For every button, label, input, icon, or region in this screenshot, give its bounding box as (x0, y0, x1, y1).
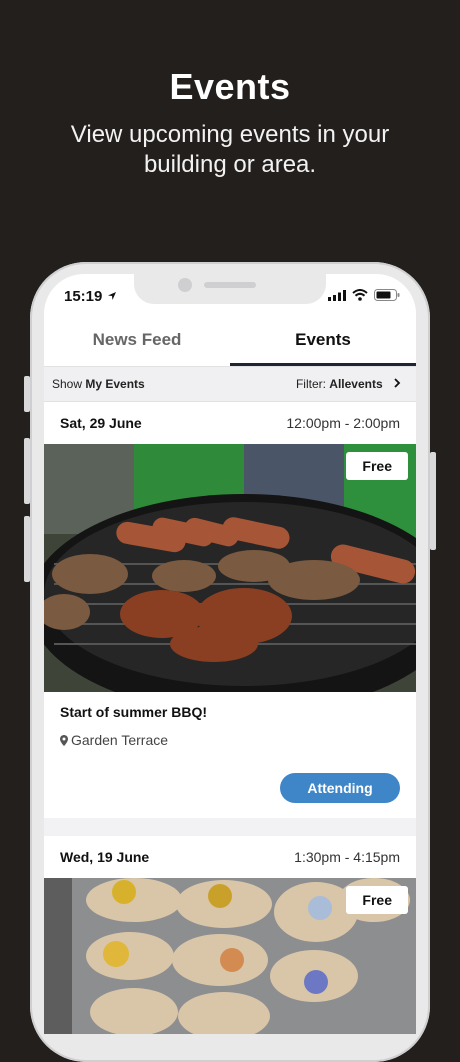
event-hours: 12:00pm - 2:00pm (286, 415, 400, 431)
chevron-right-icon (394, 378, 401, 388)
filter-selector[interactable]: Filter: Allevents (296, 377, 402, 391)
hero-subtitle: View upcoming events in your building or… (70, 121, 390, 178)
event-location: Garden Terrace (60, 732, 168, 748)
tab-events[interactable]: Events (230, 318, 416, 366)
camera-icon (178, 278, 192, 292)
phone-screen: 15:19 News Feed Events Show My Events Fi… (44, 274, 416, 1034)
event-photo-pastries: Free (44, 878, 416, 1034)
show-selector[interactable]: Show My Events (52, 377, 145, 391)
wifi-icon (352, 289, 368, 301)
filter-bar: Show My Events Filter: Allevents (44, 366, 416, 402)
price-badge: Free (346, 886, 408, 914)
phone-volume-down (24, 516, 30, 582)
attending-button[interactable]: Attending (280, 773, 400, 803)
phone-volume-up (24, 438, 30, 504)
hero-title: Events (169, 66, 291, 107)
phone-power-button (430, 452, 436, 550)
status-time: 15:19 (64, 288, 117, 305)
location-pin-icon (60, 734, 68, 746)
event-card[interactable]: Wed, 19 June 1:30pm - 4:15pm Free (44, 836, 416, 1034)
signal-icon (328, 289, 346, 301)
tab-news-feed[interactable]: News Feed (44, 318, 230, 366)
event-date: Sat, 29 June (60, 415, 142, 431)
phone-mute-switch (24, 376, 30, 412)
event-title: Start of summer BBQ! (60, 704, 208, 720)
event-hours: 1:30pm - 4:15pm (294, 849, 400, 865)
price-badge: Free (346, 452, 408, 480)
event-card[interactable]: Sat, 29 June 12:00pm - 2:00pm Free Start… (44, 402, 416, 818)
event-photo-bbq: Free (44, 444, 416, 692)
phone-notch (134, 274, 326, 304)
speaker-grille (204, 282, 256, 288)
tab-bar: News Feed Events (44, 318, 416, 366)
battery-icon (374, 289, 400, 301)
event-date: Wed, 19 June (60, 849, 150, 865)
location-arrow-icon (107, 292, 116, 300)
